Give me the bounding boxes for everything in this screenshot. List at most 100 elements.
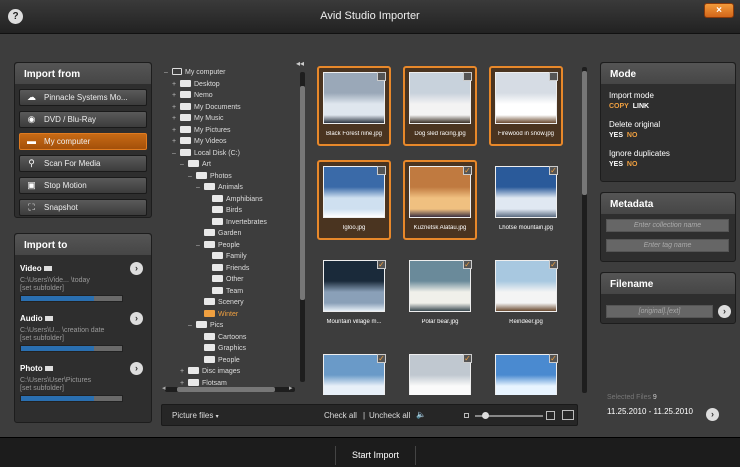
tree-node[interactable]: Friends [204,263,249,274]
photo-thumbnail[interactable]: ✓ [317,348,391,395]
tree-node[interactable]: – My computer [164,68,225,78]
collapse-icon[interactable]: – [188,321,196,331]
photo-thumbnail[interactable]: ✓ Kuznetsk Alatau.jpg [403,160,477,240]
collapse-icon[interactable]: – [180,160,188,170]
photo-thumbnail[interactable]: ✓ Mountain village m... [317,254,391,334]
tree-node[interactable]: – Pics [188,321,223,331]
source-stop-motion[interactable]: ▣ Stop Motion [19,177,147,194]
tree-node[interactable]: – People [196,240,240,251]
file-type-filter[interactable]: Picture files ▾ [172,411,219,420]
tree-node[interactable]: Cartoons [196,332,246,343]
photo-set-subfolder[interactable]: [set subfolder] [20,385,64,392]
tree-hscrollbar[interactable] [165,387,295,392]
ignore-duplicates-yes[interactable]: YES [609,161,623,168]
expand-icon[interactable]: + [180,367,188,377]
ignore-duplicates-no[interactable]: NO [627,161,638,168]
tree-node[interactable]: Birds [204,206,242,216]
tree-node[interactable]: Other [204,275,244,285]
tree-node[interactable]: + Desktop [172,79,220,90]
photo-thumbnail[interactable]: ✓ Reindeer.jpg [489,254,563,334]
collapse-icon[interactable]: – [188,172,196,182]
tree-node[interactable]: + My Pictures [172,125,231,136]
source-dvd-blu-ray[interactable]: ◉ DVD / Blu-Ray [19,111,147,128]
thumbnail-checkbox[interactable] [463,72,472,81]
tree-vscrollbar[interactable] [300,72,305,382]
photo-thumbnail[interactable]: ✓ [489,348,563,395]
thumbnail-checkbox[interactable]: ✓ [549,166,558,175]
tag-name-field[interactable]: Enter tag name [606,239,729,252]
zoom-slider-handle[interactable] [482,412,490,419]
tree-node[interactable]: – Animals [196,183,243,193]
source-my-computer[interactable]: ▬ My computer [19,133,147,150]
fullscreen-icon[interactable] [562,410,574,420]
tree-node[interactable]: + My Videos [172,137,227,147]
start-import-button[interactable]: Start Import [335,446,416,465]
thumbnail-checkbox[interactable] [549,72,558,81]
thumbnail-checkbox[interactable] [377,72,386,81]
tree-node[interactable]: Invertebrates [204,217,267,228]
expand-icon[interactable]: + [172,91,180,101]
delete-original-no[interactable]: NO [627,132,638,139]
uncheck-all-link[interactable]: Uncheck all [369,411,410,420]
photo-thumbnail[interactable]: Black Forest nine.jpg [317,66,391,146]
tree-node[interactable]: Winter [196,309,238,320]
ignore-duplicates-toggle[interactable]: YES NO [609,161,637,168]
close-button[interactable]: × [704,3,734,18]
thumbnail-checkbox[interactable]: ✓ [377,260,386,269]
source-pinnacle-systems-mo[interactable]: ☁ Pinnacle Systems Mo... [19,89,147,106]
thumbnail-checkbox[interactable]: ✓ [377,354,386,363]
video-set-subfolder[interactable]: [set subfolder] [20,285,64,292]
tree-node[interactable]: + Nemo [172,91,213,101]
photo-target-button[interactable]: › [130,362,143,375]
thumbnail-checkbox[interactable] [377,166,386,175]
video-target-button[interactable]: › [130,262,143,275]
source-scan-for-media[interactable]: ⚲ Scan For Media [19,155,147,172]
import-mode-toggle[interactable]: COPY LINK [609,103,649,110]
tree-node[interactable]: Amphibians [204,194,263,205]
photo-thumbnail[interactable]: ✓ Lhotse mountain.jpg [489,160,563,240]
tree-node[interactable]: + My Documents [172,102,241,113]
photo-thumbnail[interactable]: ✓ Polar bear.jpg [403,254,477,334]
expand-icon[interactable]: + [172,114,180,124]
expand-icon[interactable]: + [172,80,180,90]
tree-node[interactable]: Team [204,286,243,297]
delete-original-yes[interactable]: YES [609,132,623,139]
thumbnail-checkbox[interactable]: ✓ [463,260,472,269]
thumbnail-checkbox[interactable]: ✓ [549,260,558,269]
photo-thumbnail[interactable]: Firewood in snow.jpg [489,66,563,146]
tree-node[interactable]: + Disc images [180,367,240,377]
expand-icon[interactable]: + [172,103,180,113]
photo-thumbnail[interactable]: Dog sled racing.jpg [403,66,477,146]
check-all-link[interactable]: Check all [324,411,357,420]
grid-vscrollbar[interactable] [582,67,587,393]
tree-node[interactable]: Garden [196,229,241,239]
audio-set-subfolder[interactable]: [set subfolder] [20,335,64,342]
expand-icon[interactable]: + [172,126,180,136]
tree-node[interactable]: – Local Disk (C:) [172,148,240,159]
import-mode-copy[interactable]: COPY [609,103,629,110]
expand-icon[interactable]: + [172,137,180,147]
tree-node[interactable]: Graphics [196,344,246,354]
scroll-left-icon[interactable]: ◂ [162,384,166,392]
tree-node[interactable]: + My Music [172,114,224,124]
import-mode-link[interactable]: LINK [633,103,649,110]
audio-target-button[interactable]: › [130,312,143,325]
tree-node[interactable]: People [196,355,240,366]
delete-original-toggle[interactable]: YES NO [609,132,637,139]
tree-node[interactable]: Scenery [196,298,244,308]
zoom-slider[interactable] [475,412,543,419]
filename-options-button[interactable]: › [718,305,731,318]
tree-node[interactable]: Family [204,252,247,262]
collapse-icon[interactable]: – [196,183,204,193]
tree-node[interactable]: – Photos [188,171,232,182]
scroll-right-icon[interactable]: ▸ [289,384,293,392]
thumbnail-checkbox[interactable]: ✓ [463,166,472,175]
thumbnail-checkbox[interactable]: ✓ [549,354,558,363]
photo-thumbnail[interactable]: Igloo.jpg [317,160,391,240]
collection-name-field[interactable]: Enter collection name [606,219,729,232]
speaker-icon[interactable]: 🔈 [416,410,426,419]
thumbnail-checkbox[interactable]: ✓ [463,354,472,363]
filename-template-field[interactable]: [original].[ext] [606,305,713,318]
date-range-button[interactable]: › [706,408,719,421]
collapse-icon[interactable]: – [164,68,172,78]
